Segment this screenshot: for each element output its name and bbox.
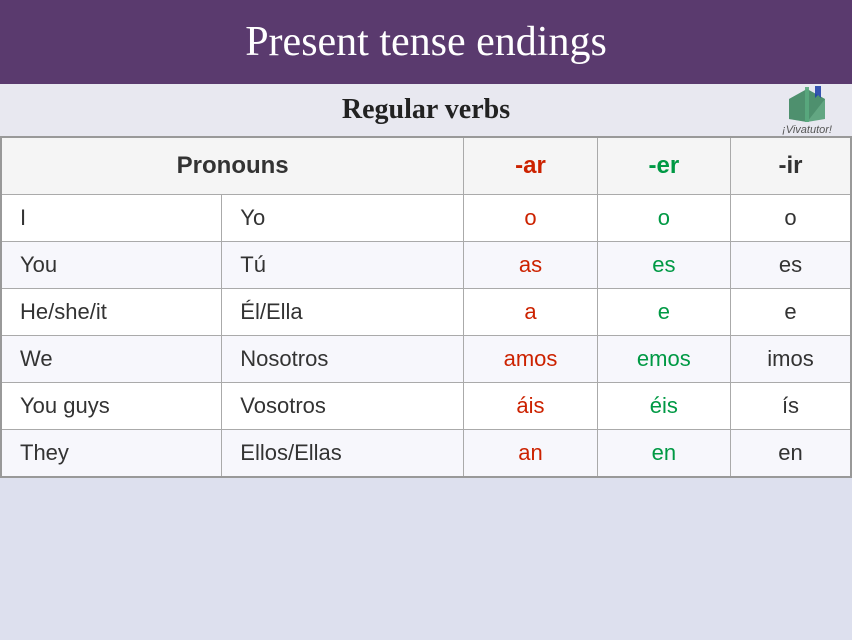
cell-ar: as (464, 242, 597, 289)
cell-english: They (1, 430, 222, 478)
cell-er: es (597, 242, 730, 289)
cell-spanish: Yo (222, 195, 464, 242)
cell-spanish: Tú (222, 242, 464, 289)
cell-ar: o (464, 195, 597, 242)
header-er: -er (597, 137, 730, 195)
cell-ar: an (464, 430, 597, 478)
cell-spanish: Nosotros (222, 336, 464, 383)
header-pronouns: Pronouns (1, 137, 464, 195)
cell-english: We (1, 336, 222, 383)
table-container: Pronouns -ar -er -ir IYooooYouTúasesesHe… (0, 136, 852, 640)
logo-text: ¡Vivatutor! (782, 124, 832, 136)
table-row: WeNosotrosamosemosimos (1, 336, 851, 383)
table-row: IYoooo (1, 195, 851, 242)
cell-er: o (597, 195, 730, 242)
cell-english: You guys (1, 383, 222, 430)
book-icon (785, 84, 830, 124)
cell-ir: o (731, 195, 852, 242)
cell-spanish: Ellos/Ellas (222, 430, 464, 478)
table-row: You guysVosotrosáiséisís (1, 383, 851, 430)
header-ar: -ar (464, 137, 597, 195)
conjugation-table: Pronouns -ar -er -ir IYooooYouTúasesesHe… (0, 136, 852, 478)
table-row: YouTúaseses (1, 242, 851, 289)
cell-ir: imos (731, 336, 852, 383)
cell-ar: a (464, 289, 597, 336)
cell-er: e (597, 289, 730, 336)
cell-ir: ís (731, 383, 852, 430)
cell-ir: es (731, 242, 852, 289)
page-wrapper: Present tense endings Regular verbs ¡Viv… (0, 0, 852, 640)
cell-er: éis (597, 383, 730, 430)
subtitle: Regular verbs (342, 94, 510, 126)
cell-spanish: Él/Ella (222, 289, 464, 336)
cell-english: He/she/it (1, 289, 222, 336)
cell-english: I (1, 195, 222, 242)
subheader: Regular verbs ¡Vivatutor! (0, 84, 852, 136)
cell-ar: amos (464, 336, 597, 383)
cell-ir: e (731, 289, 852, 336)
header-ir: -ir (731, 137, 852, 195)
cell-spanish: Vosotros (222, 383, 464, 430)
table-header-row: Pronouns -ar -er -ir (1, 137, 851, 195)
cell-ar: áis (464, 383, 597, 430)
table-row: TheyEllos/Ellasanenen (1, 430, 851, 478)
cell-ir: en (731, 430, 852, 478)
cell-er: en (597, 430, 730, 478)
logo-area: ¡Vivatutor! (782, 84, 832, 136)
cell-er: emos (597, 336, 730, 383)
main-title: Present tense endings (0, 0, 852, 84)
table-row: He/she/itÉl/Ellaaee (1, 289, 851, 336)
cell-english: You (1, 242, 222, 289)
